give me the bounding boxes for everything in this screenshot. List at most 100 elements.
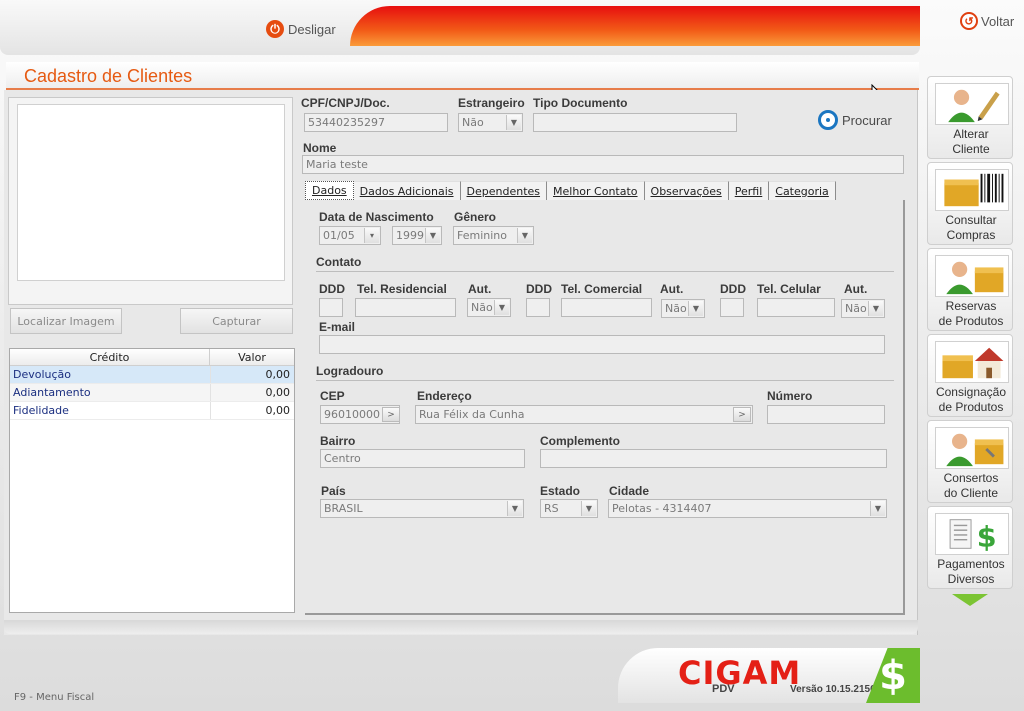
view-purchases-button[interactable]: Consultar Compras	[927, 162, 1013, 245]
logout-button[interactable]: ⏻ Desligar	[266, 20, 336, 38]
home-ddd-field[interactable]	[319, 298, 343, 317]
mobile-aut-select[interactable]: Não ▼	[841, 299, 885, 318]
edit-client-button[interactable]: Alterar Cliente	[927, 76, 1013, 159]
cep-lookup-button[interactable]: >	[382, 407, 400, 422]
dollar-symbol: $	[879, 652, 907, 699]
birth-year-select[interactable]: 1999 ▼	[392, 226, 442, 245]
credit-label: Devolução	[13, 368, 72, 381]
aut-value: Não	[665, 302, 687, 315]
contact-section-title: Contato	[316, 255, 362, 269]
side-label-line: Diversos	[947, 572, 995, 586]
chevron-down-icon: ▼	[870, 501, 885, 516]
street-label: Endereço	[417, 389, 472, 403]
aut-value: Não	[845, 302, 867, 315]
barcode-box-icon	[935, 169, 1009, 211]
cep-label: CEP	[320, 389, 345, 403]
tab-dependentes[interactable]: Dependentes	[460, 181, 548, 200]
capture-button[interactable]: Capturar	[180, 308, 293, 334]
country-select[interactable]: BRASIL ▼	[320, 499, 524, 518]
city-label: Cidade	[609, 484, 650, 498]
email-field[interactable]	[319, 335, 885, 354]
credit-value: 0,00	[210, 384, 294, 401]
chevron-down-icon: ▼	[506, 115, 521, 130]
complement-field[interactable]	[540, 449, 887, 468]
state-label: Estado	[540, 484, 581, 498]
birth-label: Data de Nascimento	[319, 210, 434, 224]
table-row[interactable]: Devolução 0,00	[10, 366, 294, 384]
main-panel-shadow	[4, 620, 918, 634]
work-phone-label: Tel. Comercial	[561, 282, 643, 296]
aut-value: Não	[471, 301, 493, 314]
gender-label: Gênero	[454, 210, 497, 224]
foreign-label: Estrangeiro	[458, 96, 525, 110]
consignment-button[interactable]: Consignação de Produtos	[927, 334, 1013, 417]
document-dollar-icon: $	[935, 513, 1009, 555]
mobile-field[interactable]	[757, 298, 835, 317]
city-select[interactable]: Pelotas - 4314407 ▼	[608, 499, 887, 518]
side-label-line: Consertos	[943, 471, 999, 485]
scroll-down-arrow-icon[interactable]	[952, 594, 988, 606]
tab-dados[interactable]: Dados	[305, 181, 354, 200]
back-button[interactable]: ↺ Voltar	[960, 12, 1014, 30]
street-field[interactable]: Rua Félix da Cunha	[415, 405, 753, 424]
search-button[interactable]: Procurar	[818, 110, 892, 130]
table-row[interactable]: Adiantamento 0,00	[10, 384, 294, 402]
product-reservations-button[interactable]: Reservas de Produtos	[927, 248, 1013, 331]
aut-label: Aut.	[468, 282, 492, 296]
work-aut-select[interactable]: Não ▼	[661, 299, 705, 318]
credit-label: Adiantamento	[13, 386, 91, 399]
chevron-down-icon: ▼	[517, 228, 532, 243]
back-label: Voltar	[981, 13, 1015, 29]
column-header-credit[interactable]: Crédito	[10, 349, 210, 365]
home-phone-field[interactable]	[355, 298, 456, 317]
name-field[interactable]: Maria teste	[302, 155, 904, 174]
foreign-value: Não	[462, 116, 484, 129]
chevron-down-icon: ▼	[494, 300, 509, 315]
credit-value: 0,00	[210, 402, 294, 419]
tab-perfil[interactable]: Perfil	[728, 181, 770, 200]
street-lookup-button[interactable]: >	[733, 407, 751, 422]
tab-melhor-contato[interactable]: Melhor Contato	[547, 181, 645, 200]
column-header-value[interactable]: Valor	[210, 349, 294, 365]
work-ddd-field[interactable]	[526, 298, 550, 317]
number-field[interactable]	[767, 405, 885, 424]
foreign-select[interactable]: Não ▼	[458, 113, 523, 132]
state-value: RS	[544, 502, 559, 515]
credit-label: Fidelidade	[13, 404, 69, 417]
district-field[interactable]: Centro	[320, 449, 525, 468]
client-repairs-button[interactable]: Consertos do Cliente	[927, 420, 1013, 503]
section-divider	[316, 380, 894, 381]
chevron-down-icon: ▼	[868, 301, 883, 316]
credit-table-header: Crédito Valor	[10, 349, 294, 366]
side-label: Reservas de Produtos	[928, 299, 1014, 329]
tab-observacoes[interactable]: Observações	[644, 181, 729, 200]
doc-type-field[interactable]	[533, 113, 737, 132]
other-payments-button[interactable]: $ Pagamentos Diversos	[927, 506, 1013, 589]
tab-categoria[interactable]: Categoria	[769, 181, 836, 200]
gender-value: Feminino	[457, 229, 507, 242]
side-label-line: Pagamentos	[937, 557, 1005, 571]
district-label: Bairro	[320, 434, 356, 448]
table-row[interactable]: Fidelidade 0,00	[10, 402, 294, 420]
section-divider	[316, 271, 894, 272]
header-red-wave	[350, 6, 920, 46]
work-phone-field[interactable]	[561, 298, 652, 317]
menu-fiscal-hint: F9 - Menu Fiscal	[14, 692, 95, 703]
search-icon	[818, 110, 838, 130]
home-aut-select[interactable]: Não ▼	[467, 298, 511, 317]
tab-dados-adicionais[interactable]: Dados Adicionais	[353, 181, 461, 200]
name-label: Nome	[303, 141, 337, 155]
locate-image-button[interactable]: Localizar Imagem	[10, 308, 122, 334]
side-label-line: de Produtos	[938, 400, 1004, 414]
state-select[interactable]: RS ▼	[540, 499, 598, 518]
number-label: Número	[767, 389, 813, 403]
mobile-ddd-field[interactable]	[720, 298, 744, 317]
power-icon: ⏻	[266, 20, 284, 38]
side-label-line: Cliente	[952, 142, 990, 156]
birth-daymonth-field[interactable]: 01/05 ▾	[319, 226, 381, 245]
tab-bar: Dados Dados Adicionais Dependentes Melho…	[305, 181, 836, 200]
doc-field[interactable]: 53440235297	[304, 113, 448, 132]
city-value: Pelotas - 4314407	[612, 502, 712, 515]
side-label-line: Consultar	[945, 213, 997, 227]
gender-select[interactable]: Feminino ▼	[453, 226, 534, 245]
